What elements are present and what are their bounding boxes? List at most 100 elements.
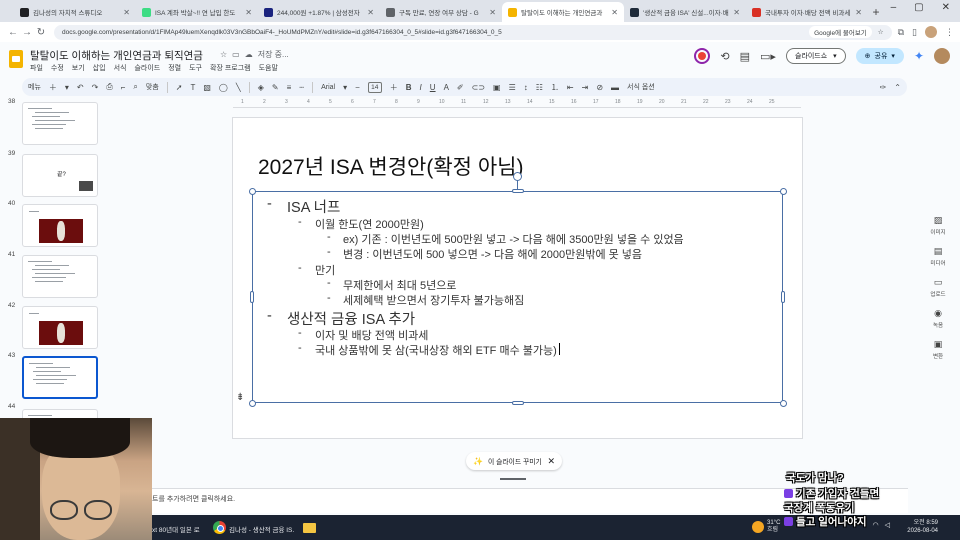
- bookmark-star-icon[interactable]: ☆: [878, 28, 884, 36]
- text-color-icon[interactable]: A: [444, 83, 449, 92]
- menu-item[interactable]: 도움말: [259, 63, 278, 73]
- tab-close-icon[interactable]: ✕: [245, 8, 252, 17]
- tab-close-icon[interactable]: ✕: [733, 8, 740, 17]
- format-options-button[interactable]: 서식 옵션: [627, 82, 655, 92]
- font-select[interactable]: Arial: [321, 84, 335, 91]
- browser-menu-icon[interactable]: ⋮: [945, 27, 954, 38]
- close-window-icon[interactable]: ✕: [942, 2, 950, 13]
- menu-item[interactable]: 확장 프로그램: [210, 63, 251, 73]
- browser-tab[interactable]: 국내투자 이자·배당 전액 비과세 ✕: [746, 2, 868, 22]
- close-icon[interactable]: ✕: [547, 456, 555, 467]
- menu-item[interactable]: 정렬: [168, 63, 181, 73]
- slide-thumbnail[interactable]: [22, 204, 98, 247]
- slide-thumbnail[interactable]: [22, 102, 98, 145]
- file-explorer-icon[interactable]: [303, 523, 316, 533]
- user-avatar[interactable]: [934, 48, 950, 64]
- slide-thumbnail[interactable]: [22, 306, 98, 349]
- google-ask-chip[interactable]: Google에 물어보기: [809, 26, 872, 38]
- chevron-down-icon[interactable]: ▾: [65, 83, 69, 92]
- chrome-icon[interactable]: [213, 521, 226, 534]
- menu-item[interactable]: 수정: [51, 63, 64, 73]
- slide-thumbnail[interactable]: [22, 255, 98, 298]
- reload-icon[interactable]: ↻: [34, 27, 48, 38]
- border-weight-icon[interactable]: ≡: [287, 83, 292, 92]
- fill-color-icon[interactable]: ◈: [258, 83, 264, 92]
- image-insert-icon[interactable]: ▧: [203, 83, 211, 92]
- move-folder-icon[interactable]: ▭: [232, 50, 240, 59]
- line-spacing-icon[interactable]: ↕: [524, 83, 528, 92]
- indent-decrease-icon[interactable]: ⇤: [567, 83, 574, 92]
- decrease-font-icon[interactable]: −: [355, 83, 360, 92]
- side-panel-item[interactable]: ▭ 업로드: [930, 277, 945, 298]
- back-icon[interactable]: ←: [6, 27, 20, 38]
- new-tab-icon[interactable]: +: [868, 2, 884, 22]
- text-align-handle-icon[interactable]: ⇟: [236, 392, 244, 403]
- forward-icon[interactable]: →: [20, 27, 34, 38]
- resize-handle[interactable]: [779, 187, 787, 195]
- text-box-icon[interactable]: T: [190, 83, 195, 92]
- menu-item[interactable]: 서식: [114, 63, 127, 73]
- zoom-icon[interactable]: ⌕: [133, 82, 137, 92]
- minimize-icon[interactable]: –: [891, 2, 897, 13]
- weather-widget[interactable]: 31°C 흐림: [767, 520, 780, 534]
- tab-close-icon[interactable]: ✕: [489, 8, 496, 17]
- numbered-list-icon[interactable]: ⒈: [551, 82, 559, 93]
- line-icon[interactable]: ╲: [236, 83, 241, 92]
- clear-format-icon[interactable]: ⊘: [596, 83, 603, 92]
- taskbar-clock[interactable]: 오전 8:59 2026-08-04: [907, 519, 938, 535]
- gemini-sparkle-icon[interactable]: ✦: [914, 49, 924, 63]
- volume-icon[interactable]: ◁: [885, 521, 890, 529]
- menu-item[interactable]: 보기: [72, 63, 85, 73]
- menu-search-field[interactable]: 메뉴: [28, 82, 41, 92]
- indent-increase-icon[interactable]: ⇥: [582, 83, 589, 92]
- resize-handle[interactable]: [248, 187, 256, 195]
- side-panel-item[interactable]: ◉ 녹음: [933, 308, 943, 329]
- font-size-input[interactable]: 14: [367, 81, 382, 93]
- side-panel-item[interactable]: ▣ 변환: [933, 339, 943, 360]
- share-button[interactable]: ⊕ 공유 ▾: [855, 48, 904, 64]
- notes-resize-handle[interactable]: [500, 478, 526, 480]
- profile-avatar[interactable]: [925, 26, 937, 38]
- slides-logo-icon[interactable]: [9, 50, 23, 68]
- italic-icon[interactable]: I: [420, 83, 422, 92]
- meet-video-icon[interactable]: ▭▸: [760, 50, 776, 63]
- browser-tab[interactable]: 탈탈이도 이해하는 개인연금과 ✕: [502, 2, 624, 22]
- recording-indicator-icon[interactable]: [694, 48, 711, 64]
- shape-icon[interactable]: ◯: [219, 83, 228, 92]
- side-panel-item[interactable]: ▤ 미디어: [930, 246, 945, 267]
- add-slide-icon[interactable]: ＋: [49, 82, 57, 93]
- sidebar-icon[interactable]: ▯: [912, 27, 917, 38]
- slideshow-button[interactable]: 슬라이드쇼 ▾: [785, 48, 846, 64]
- tab-close-icon[interactable]: ✕: [123, 8, 130, 17]
- browser-tab[interactable]: '생산적 금융 ISA' 신설...이자·배 ✕: [624, 2, 746, 22]
- paint-format-icon[interactable]: ⌐: [121, 83, 126, 92]
- keyboard-icon[interactable]: ▬: [611, 83, 619, 92]
- decorate-slide-pill[interactable]: ✨ 이 슬라이드 꾸미기 ✕: [466, 452, 562, 470]
- tab-close-icon[interactable]: ✕: [367, 8, 374, 17]
- browser-tab[interactable]: ISA 계좌 박살~!! 연 납입 한도 ✕: [136, 2, 258, 22]
- slide-thumbnail[interactable]: [22, 356, 98, 399]
- border-dash-icon[interactable]: ┄: [299, 83, 304, 92]
- browser-tab[interactable]: 김나성의 자치적 스튜디오 ✕: [14, 2, 136, 22]
- comment-icon[interactable]: ▤: [740, 50, 750, 63]
- menu-item[interactable]: 파일: [30, 63, 43, 73]
- document-title[interactable]: 탈탈이도 이해하는 개인연금과 퇴직연금: [30, 48, 203, 63]
- pen-tool-icon[interactable]: ✑: [880, 83, 887, 92]
- redo-icon[interactable]: ↷: [92, 83, 99, 92]
- border-color-icon[interactable]: ✎: [272, 83, 279, 92]
- menu-item[interactable]: 슬라이드: [134, 63, 160, 73]
- slide-title[interactable]: 2027년 ISA 변경안(확정 아님): [258, 151, 523, 181]
- resize-handle[interactable]: [511, 401, 524, 405]
- resize-handle[interactable]: [511, 189, 524, 193]
- print-icon[interactable]: ⎙: [106, 82, 112, 92]
- history-icon[interactable]: ⟲: [720, 50, 729, 63]
- zoom-select[interactable]: 맞춤: [146, 82, 159, 92]
- resize-handle[interactable]: [250, 291, 254, 303]
- taskbar-chrome-window[interactable]: 김나성 - 생산적 금융 IS.: [229, 524, 294, 534]
- undo-icon[interactable]: ↶: [77, 83, 84, 92]
- align-icon[interactable]: ☰: [509, 83, 516, 92]
- underline-icon[interactable]: U: [430, 83, 436, 92]
- tab-close-icon[interactable]: ✕: [611, 8, 618, 17]
- star-icon[interactable]: ☆: [220, 50, 227, 59]
- menu-item[interactable]: 도구: [189, 63, 202, 73]
